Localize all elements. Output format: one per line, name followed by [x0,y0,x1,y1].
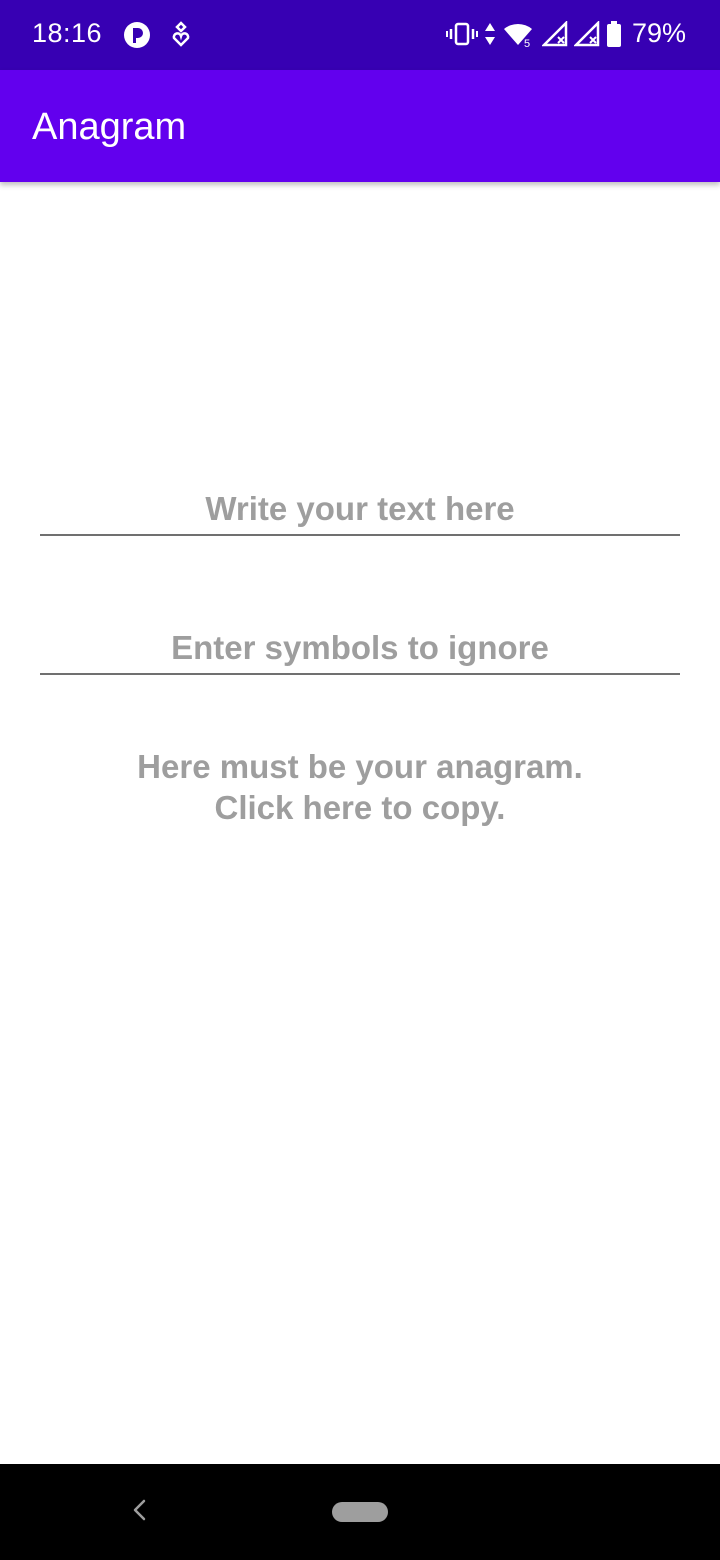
location-heart-icon [172,21,190,47]
data-arrows-icon [484,22,495,45]
ignore-symbols-input[interactable] [40,623,680,675]
text-input[interactable] [40,484,680,536]
status-right: 5 79% [445,18,686,49]
app-bar: Anagram [0,70,720,182]
status-time: 18:16 [32,18,103,48]
anagram-result[interactable]: Here must be your anagram. Click here to… [40,746,680,828]
anagram-result-line2: Click here to copy. [214,789,506,826]
anagram-result-line1: Here must be your anagram. [137,748,583,785]
home-pill-icon[interactable] [332,1502,388,1522]
navigation-bar [0,1464,720,1560]
app-title: Anagram [32,106,187,148]
signal-icon [573,20,600,46]
battery-percent: 79% [631,18,686,48]
vibrate-icon [445,22,478,45]
ignore-input-container [40,623,680,675]
svg-text:5: 5 [524,38,530,48]
screen: 18:16 5 79% Anagram Write your text here… [0,0,720,1560]
text-input-container [40,484,680,536]
status-bar: 18:16 5 79% [0,0,720,70]
wifi-icon: 5 [503,23,532,48]
battery-icon [606,20,621,47]
back-icon[interactable] [126,1496,154,1524]
signal-icon [541,20,568,46]
record-icon [124,22,150,48]
status-left-icons [122,20,192,50]
